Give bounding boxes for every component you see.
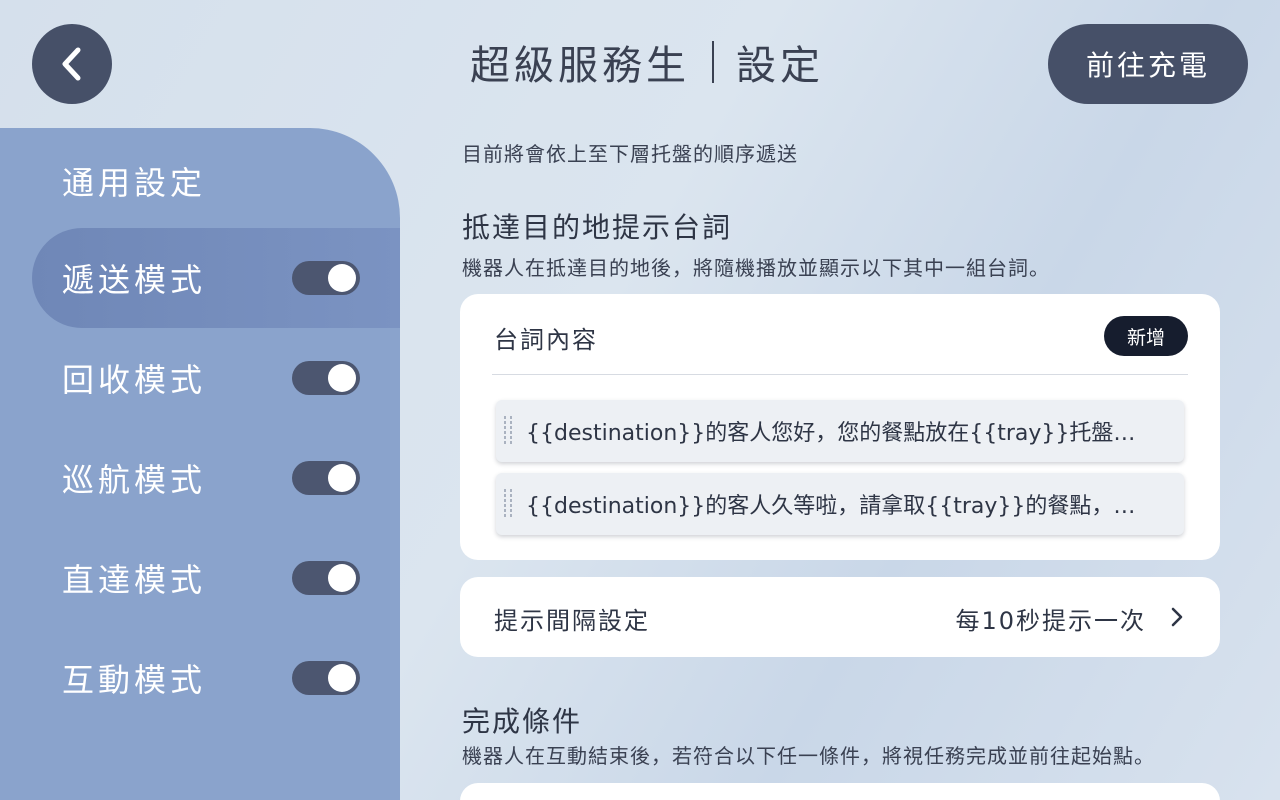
divider [492,374,1188,375]
go-charge-button[interactable]: 前往充電 [1048,24,1248,104]
toggle-knob [328,564,356,592]
arrival-lines-description: 機器人在抵達目的地後，將隨機播放並顯示以下其中一組台詞。 [462,256,1050,280]
direct-mode-toggle[interactable] [292,561,360,595]
interval-label: 提示間隔設定 [494,607,650,635]
title-divider [712,41,714,83]
page-title: 超級服務生 設定 [470,34,824,90]
arrival-lines-card: 台詞內容 新增 {{destination}}的客人您好，您的餐點放在{{tra… [460,294,1220,560]
cruise-mode-toggle[interactable] [292,461,360,495]
line-text: {{destination}}的客人您好，您的餐點放在{{tray}}托盤，取… [526,421,1156,446]
sidebar-item-recycle-mode[interactable]: 回收模式 [32,328,400,428]
toggle-knob [328,664,356,692]
add-line-button[interactable]: 新增 [1104,316,1188,356]
chevron-left-icon [62,47,81,81]
completion-conditions-title: 完成條件 [462,705,583,738]
sidebar-item-general-settings[interactable]: 通用設定 [62,158,206,204]
sidebar-item-label: 回收模式 [62,361,207,399]
list-item[interactable]: {{destination}}的客人久等啦，請拿取{{tray}}的餐點，取餐… [496,473,1184,535]
drag-handle-icon[interactable] [504,416,512,446]
sidebar-item-delivery-mode[interactable]: 遞送模式 [32,228,400,328]
list-item[interactable]: {{destination}}的客人您好，您的餐點放在{{tray}}托盤，取… [496,400,1184,462]
recycle-mode-toggle[interactable] [292,361,360,395]
sidebar: 通用設定 遞送模式 回收模式 巡航模式 直達模式 互動模式 [0,128,400,800]
sidebar-item-interactive-mode[interactable]: 互動模式 [32,628,400,728]
toggle-knob [328,364,356,392]
completion-conditions-description: 機器人在互動結束後，若符合以下任一條件，將視任務完成並前往起始點。 [462,744,1155,768]
toggle-knob [328,464,356,492]
drag-handle-icon[interactable] [504,489,512,519]
page-subtitle: 設定 [736,43,824,89]
prompt-interval-setting[interactable]: 提示間隔設定 每10秒提示一次 [460,577,1220,657]
back-button[interactable] [32,24,112,104]
completion-conditions-card [460,783,1220,800]
delivery-order-note: 目前將會依上至下層托盤的順序遞送 [462,142,798,166]
sidebar-item-label: 互動模式 [62,661,207,699]
interval-value: 每10秒提示一次 [955,607,1146,635]
sidebar-item-label: 遞送模式 [62,261,207,299]
line-text: {{destination}}的客人久等啦，請拿取{{tray}}的餐點，取餐… [526,494,1156,519]
toggle-knob [328,264,356,292]
sidebar-item-cruise-mode[interactable]: 巡航模式 [32,428,400,528]
delivery-mode-toggle[interactable] [292,261,360,295]
sidebar-item-label: 巡航模式 [62,461,207,499]
interactive-mode-toggle[interactable] [292,661,360,695]
lines-list-header: 台詞內容 [494,326,598,354]
chevron-right-icon [1171,607,1183,627]
app-title: 超級服務生 [470,43,690,89]
sidebar-item-direct-mode[interactable]: 直達模式 [32,528,400,628]
sidebar-item-label: 直達模式 [62,561,207,599]
arrival-lines-title: 抵達目的地提示台詞 [462,211,733,244]
